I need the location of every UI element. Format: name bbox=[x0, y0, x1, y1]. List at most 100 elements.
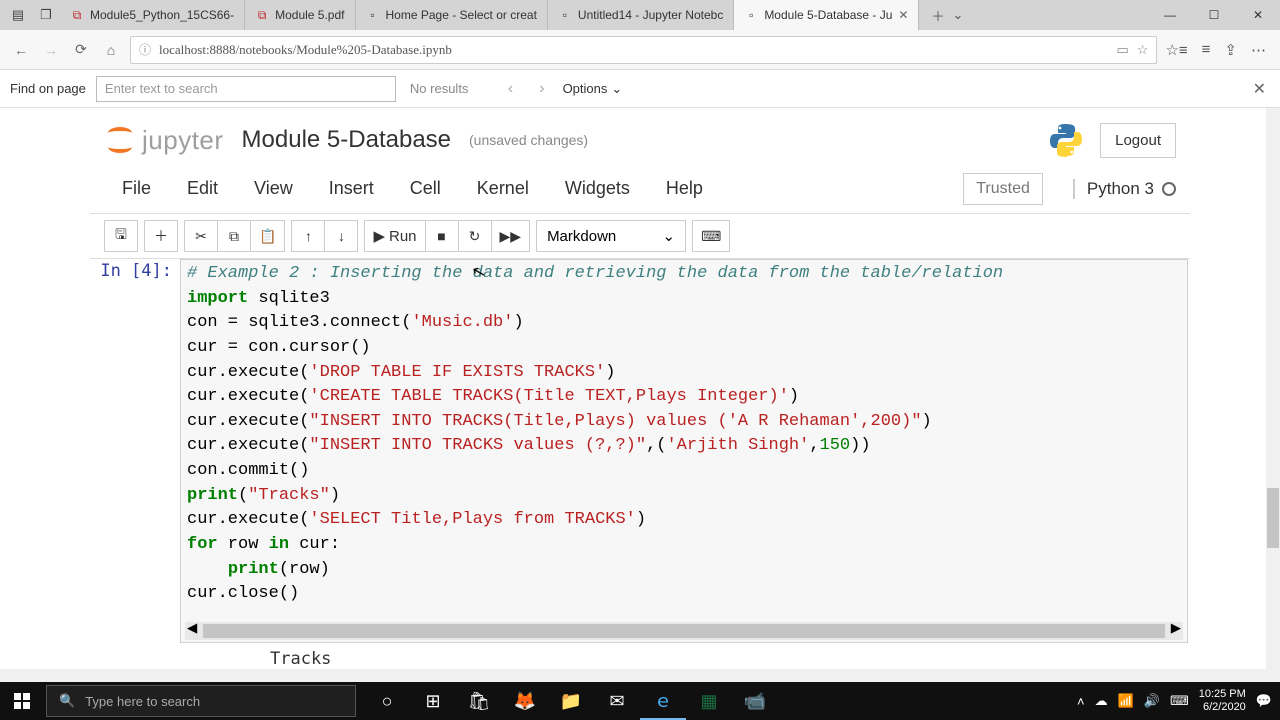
scrollbar-thumb[interactable] bbox=[203, 624, 1165, 638]
cell-area: In [4]: # Example 2 : Inserting the data… bbox=[0, 259, 1280, 669]
scrollbar-thumb[interactable] bbox=[1267, 488, 1279, 548]
browser-tab[interactable]: ⧉Module 5.pdf bbox=[245, 0, 355, 30]
browser-tab-strip: ▤ ❐ ⧉Module5_Python_15CS66- ⧉Module 5.pd… bbox=[0, 0, 1280, 30]
menu-view[interactable]: View bbox=[236, 172, 311, 205]
onedrive-icon[interactable]: ☁ bbox=[1095, 693, 1108, 709]
jupyter-logo[interactable]: jupyter bbox=[104, 124, 224, 156]
taskbar-search[interactable]: 🔍 Type here to search bbox=[46, 685, 356, 717]
home-button[interactable]: ⌂ bbox=[100, 42, 122, 58]
task-view-icon[interactable]: ⊞ bbox=[410, 682, 456, 720]
find-prev-button[interactable]: ‹ bbox=[500, 80, 521, 98]
kernel-indicator[interactable]: Python 3 bbox=[1073, 179, 1176, 199]
reader-icon[interactable]: ▭ bbox=[1117, 42, 1129, 58]
code-cell[interactable]: In [4]: # Example 2 : Inserting the data… bbox=[90, 259, 1190, 643]
zoom-icon[interactable]: 📹 bbox=[732, 682, 778, 720]
add-cell-button[interactable]: ＋ bbox=[144, 220, 178, 252]
restart-run-button[interactable]: ▶▶ bbox=[491, 220, 531, 252]
menu-file[interactable]: File bbox=[104, 172, 169, 205]
find-next-button[interactable]: › bbox=[531, 80, 552, 98]
menu-widgets[interactable]: Widgets bbox=[547, 172, 648, 205]
menu-insert[interactable]: Insert bbox=[311, 172, 392, 205]
find-label: Find on page bbox=[10, 81, 86, 96]
minimize-button[interactable]: — bbox=[1148, 0, 1192, 30]
browser-tab[interactable]: ⧉Module5_Python_15CS66- bbox=[60, 0, 245, 30]
new-tab-button[interactable]: ＋ bbox=[931, 6, 944, 25]
edge-icon[interactable]: ｅ bbox=[640, 682, 686, 720]
chevron-down-icon: ⌄ bbox=[662, 227, 675, 245]
excel-icon[interactable]: ▦ bbox=[686, 682, 732, 720]
save-button[interactable]: 🖫 bbox=[104, 220, 138, 252]
vertical-scrollbar[interactable] bbox=[1266, 108, 1280, 682]
trusted-indicator[interactable]: Trusted bbox=[963, 173, 1043, 205]
notebook-status: (unsaved changes) bbox=[469, 132, 588, 148]
tray-overflow-icon[interactable]: ˄ bbox=[1077, 694, 1085, 709]
maximize-button[interactable]: ☐ bbox=[1192, 0, 1236, 30]
menu-edit[interactable]: Edit bbox=[169, 172, 236, 205]
browser-tab[interactable]: ▫Untitled14 - Jupyter Notebc bbox=[548, 0, 734, 30]
close-window-button[interactable]: ✕ bbox=[1236, 0, 1280, 30]
url-input[interactable]: ⓘ localhost:8888/notebooks/Module%205-Da… bbox=[130, 36, 1157, 64]
start-button[interactable] bbox=[0, 682, 44, 720]
notebook-header: jupyter Module 5-Database (unsaved chang… bbox=[90, 108, 1190, 164]
browser-tab[interactable]: ▫Home Page - Select or creat bbox=[356, 0, 548, 30]
favorites-icon[interactable]: ☆≡ bbox=[1165, 41, 1187, 59]
code-editor[interactable]: # Example 2 : Inserting the data and ret… bbox=[180, 259, 1188, 643]
page-icon: ▫ bbox=[744, 8, 758, 22]
move-down-button[interactable]: ↓ bbox=[324, 220, 358, 252]
reading-list-icon[interactable]: ≡ bbox=[1202, 41, 1211, 58]
search-placeholder: Type here to search bbox=[85, 694, 200, 709]
stop-button[interactable]: ■ bbox=[425, 220, 459, 252]
copy-button[interactable]: ⧉ bbox=[217, 220, 251, 252]
menu-help[interactable]: Help bbox=[648, 172, 721, 205]
search-icon: 🔍 bbox=[59, 693, 75, 709]
explorer-icon[interactable]: 📁 bbox=[548, 682, 594, 720]
move-up-button[interactable]: ↑ bbox=[291, 220, 325, 252]
find-options-button[interactable]: Options ⌄ bbox=[563, 81, 623, 97]
back-button[interactable]: ← bbox=[10, 42, 32, 58]
language-icon[interactable]: ⌨ bbox=[1170, 693, 1189, 709]
tab-chevron-icon[interactable]: ⌄ bbox=[952, 7, 963, 23]
jupyter-logo-icon bbox=[104, 124, 136, 156]
browser-tab-active[interactable]: ▫Module 5-Database - Ju✕ bbox=[734, 0, 919, 30]
scroll-right-icon[interactable]: ▶ bbox=[1171, 618, 1181, 642]
chevron-down-icon: ⌄ bbox=[611, 81, 622, 97]
logout-button[interactable]: Logout bbox=[1100, 123, 1176, 158]
volume-icon[interactable]: 🔊 bbox=[1144, 693, 1160, 709]
system-tray[interactable]: ˄ ☁ 📶 🔊 ⌨ 10:25 PM 6/2/2020 💬 bbox=[1077, 688, 1280, 713]
share-icon[interactable]: ⇪ bbox=[1224, 41, 1237, 59]
restart-button[interactable]: ↻ bbox=[458, 220, 492, 252]
horizontal-scrollbar[interactable]: ◀▶ bbox=[185, 622, 1183, 640]
favorite-icon[interactable]: ☆ bbox=[1137, 42, 1149, 58]
find-input[interactable]: Enter text to search bbox=[96, 76, 396, 102]
wifi-icon[interactable]: 📶 bbox=[1118, 693, 1134, 709]
cell-type-select[interactable]: Markdown⌄ bbox=[536, 220, 686, 252]
find-close-button[interactable]: ✕ bbox=[1253, 79, 1270, 99]
notifications-icon[interactable]: 💬 bbox=[1256, 693, 1272, 709]
refresh-button[interactable]: ⟳ bbox=[70, 41, 92, 58]
firefox-icon[interactable]: 🦊 bbox=[502, 682, 548, 720]
menu-bar: File Edit View Insert Cell Kernel Widget… bbox=[90, 164, 1190, 214]
forward-button[interactable]: → bbox=[40, 42, 62, 58]
run-button[interactable]: ▶Run bbox=[364, 220, 425, 252]
cell-output: Tracks bbox=[180, 649, 1190, 669]
paste-button[interactable]: 📋 bbox=[250, 220, 285, 252]
scroll-left-icon[interactable]: ◀ bbox=[187, 618, 197, 642]
close-icon[interactable]: ✕ bbox=[898, 8, 908, 22]
menu-kernel[interactable]: Kernel bbox=[459, 172, 547, 205]
menu-cell[interactable]: Cell bbox=[392, 172, 459, 205]
site-info-icon[interactable]: ⓘ bbox=[139, 41, 151, 58]
command-palette-button[interactable]: ⌨ bbox=[692, 220, 730, 252]
taskbar: 🔍 Type here to search ○ ⊞ 🛍 🦊 📁 ✉ ｅ ▦ 📹 … bbox=[0, 682, 1280, 720]
cortana-icon[interactable]: ○ bbox=[364, 682, 410, 720]
mail-icon[interactable]: ✉ bbox=[594, 682, 640, 720]
jupyter-logo-text: jupyter bbox=[142, 125, 224, 156]
taskbar-clock[interactable]: 10:25 PM 6/2/2020 bbox=[1199, 688, 1246, 713]
cut-button[interactable]: ✂ bbox=[184, 220, 218, 252]
store-icon[interactable]: 🛍 bbox=[456, 682, 502, 720]
more-icon[interactable]: ⋯ bbox=[1251, 41, 1266, 59]
new-window-icon[interactable]: ❐ bbox=[32, 0, 60, 30]
pdf-icon: ⧉ bbox=[70, 8, 84, 22]
notebook-title[interactable]: Module 5-Database bbox=[242, 126, 451, 154]
app-menu-icon[interactable]: ▤ bbox=[4, 0, 32, 30]
toolbar: 🖫 ＋ ✂ ⧉ 📋 ↑ ↓ ▶Run ■ ↻ ▶▶ Markdown⌄ ⌨ bbox=[90, 214, 1190, 259]
